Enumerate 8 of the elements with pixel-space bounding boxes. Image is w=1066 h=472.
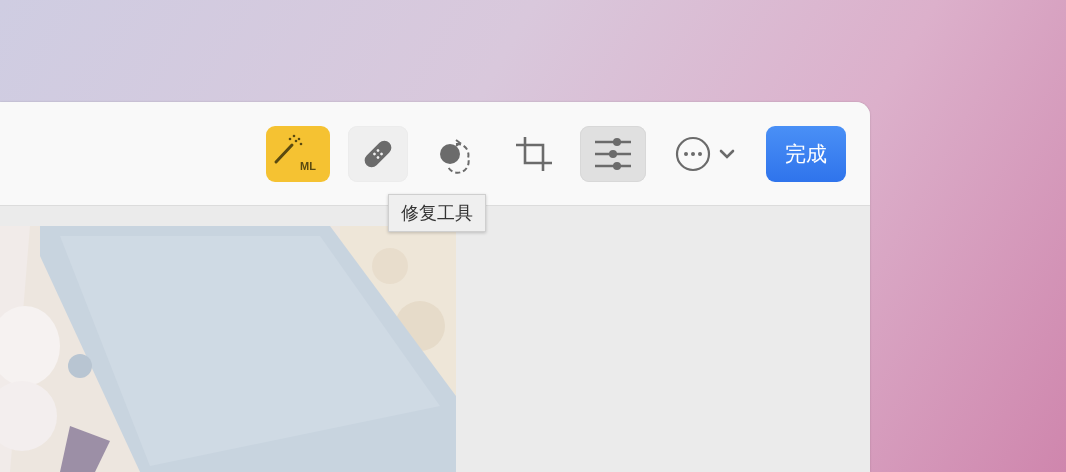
sliders-icon xyxy=(594,136,632,171)
adjust-button[interactable] xyxy=(580,125,646,182)
tooltip: 修复工具 xyxy=(388,194,486,232)
done-button[interactable]: 完成 xyxy=(766,125,846,182)
more-icon xyxy=(674,134,736,173)
ml-label: ML xyxy=(300,160,316,172)
enhance-button[interactable]: ML xyxy=(266,125,330,182)
retouch-button[interactable] xyxy=(348,125,408,182)
